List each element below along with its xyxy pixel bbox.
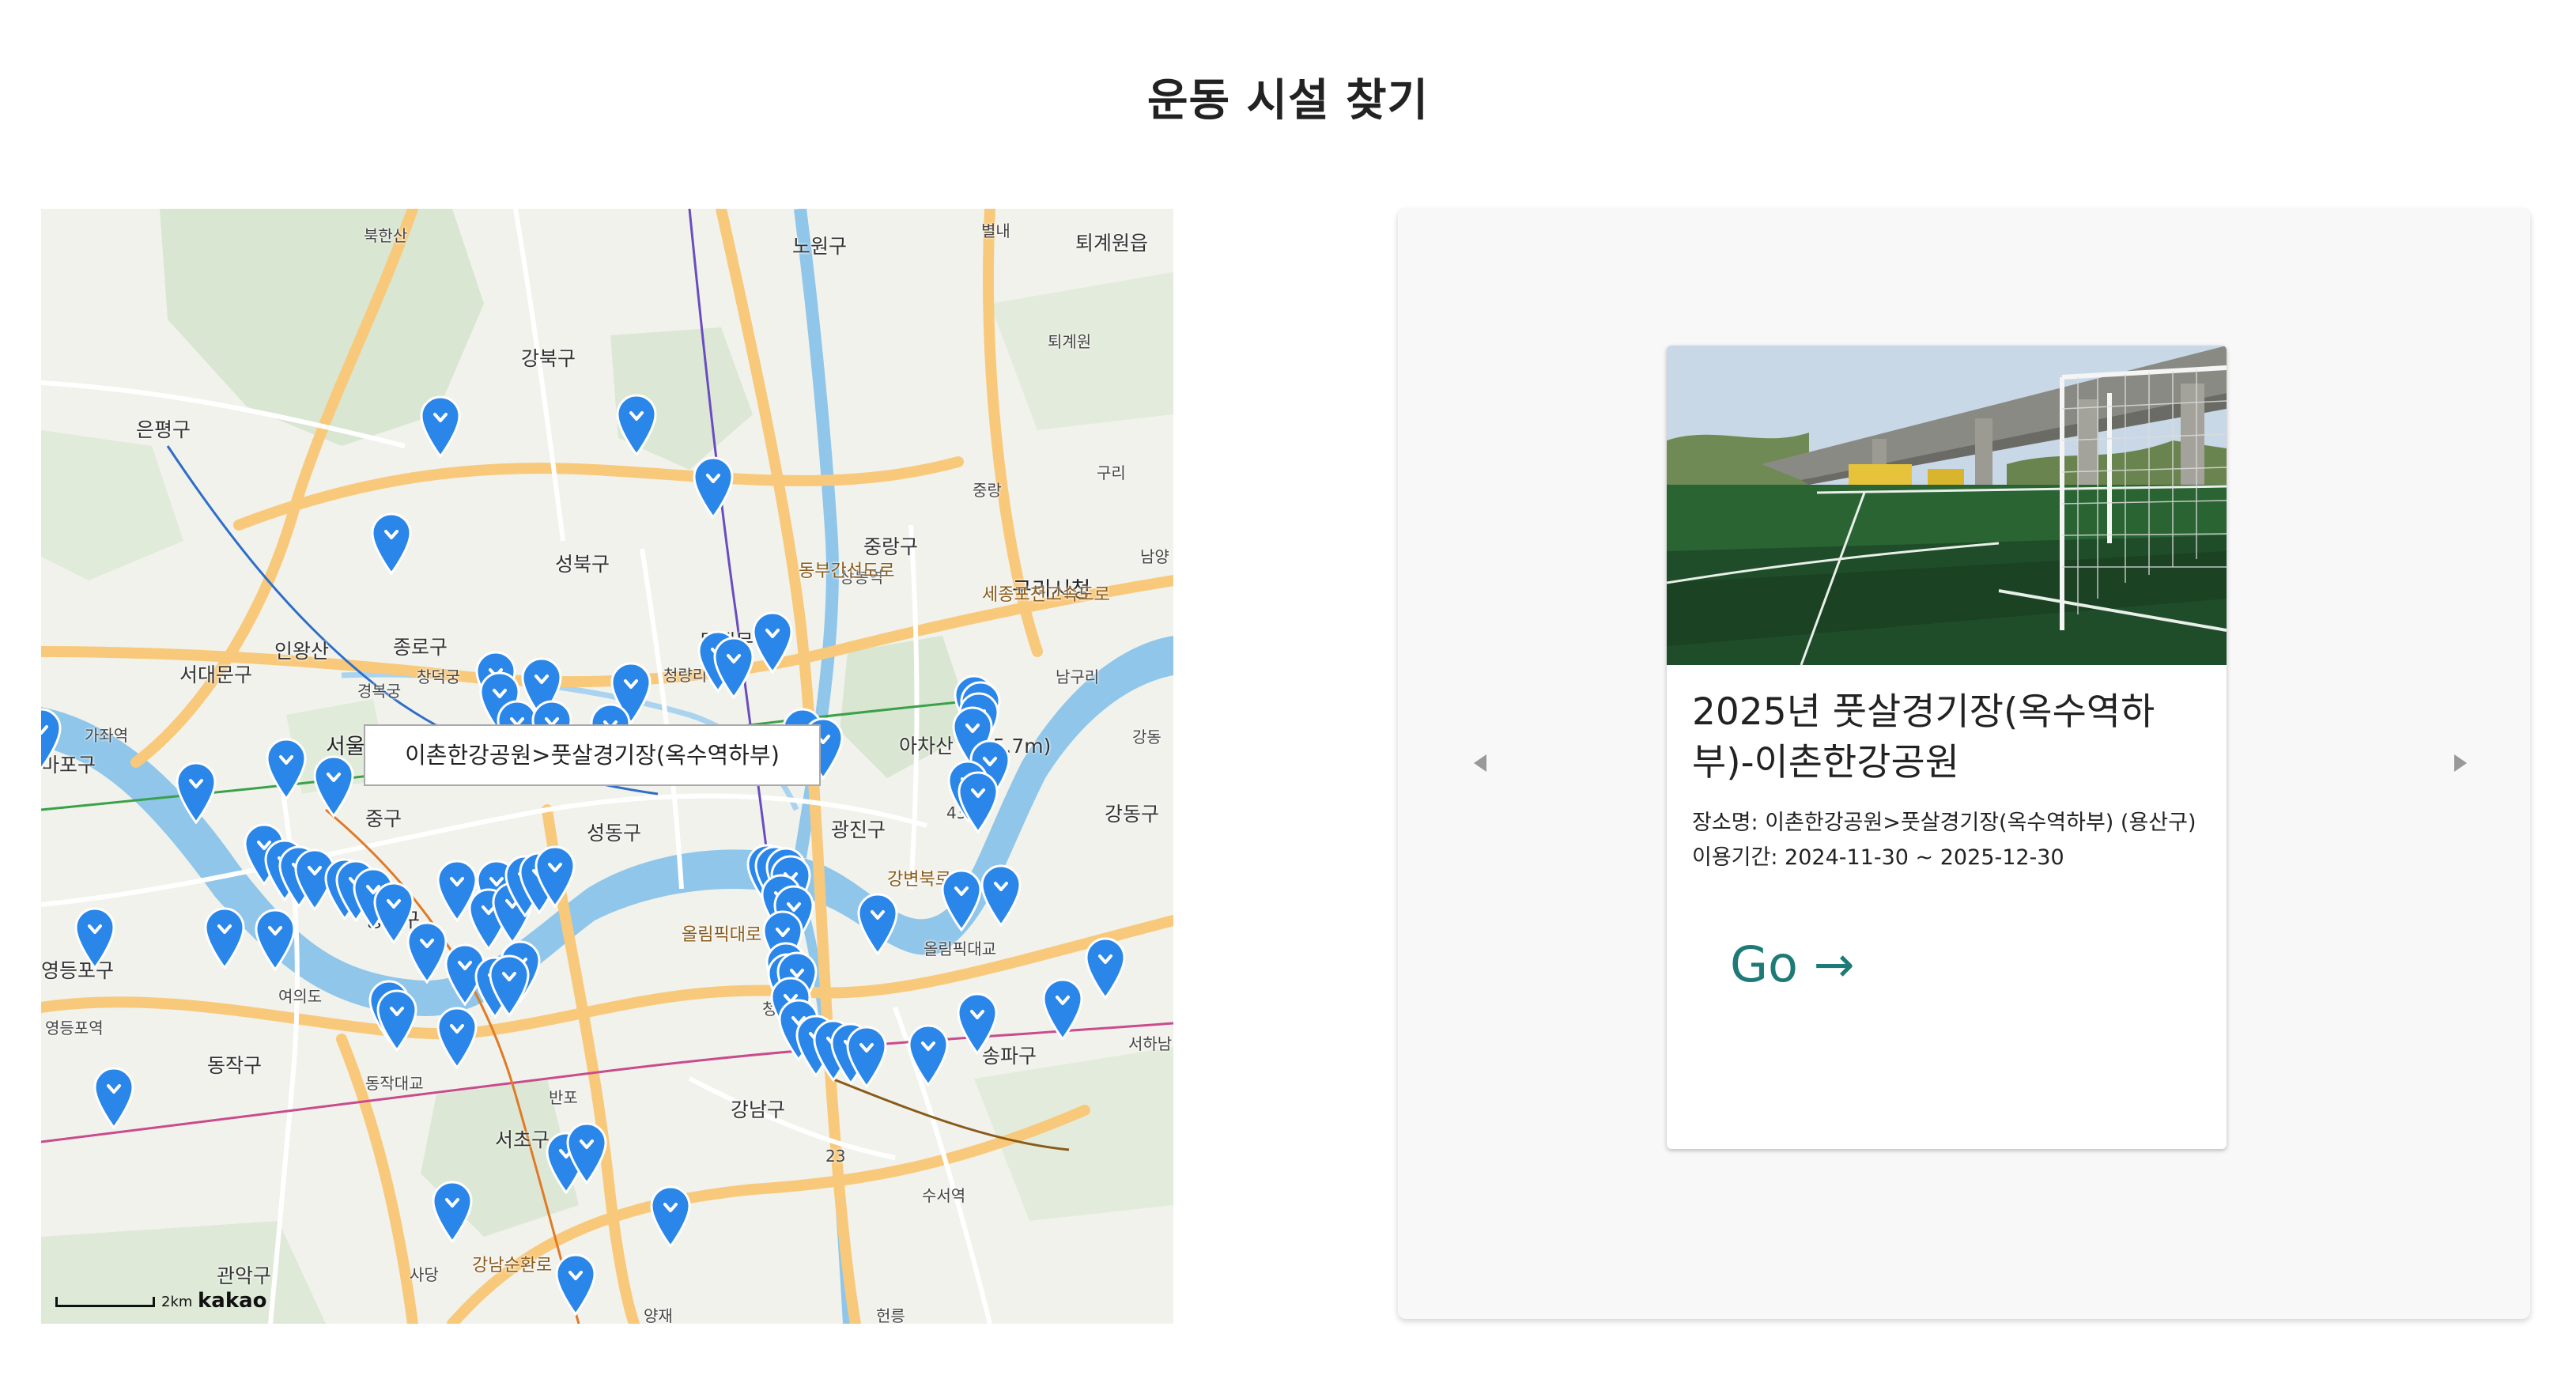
place-label: 올림픽대교 <box>924 939 996 958</box>
facility-meta: 장소명: 이촌한강공원>풋살경기장(옥수역하부) (용산구) 이용기간: 202… <box>1692 806 2201 875</box>
facility-marker[interactable] <box>41 707 62 770</box>
place-label: 서초구 <box>495 1128 550 1151</box>
place-label: 강북구 <box>521 347 576 370</box>
place-label: 헌릉 <box>876 1306 905 1324</box>
kakao-logo: kakao <box>198 1289 267 1313</box>
place-label: 동부간선도로 <box>799 561 895 581</box>
place-label: 경복궁 <box>357 682 402 701</box>
facility-marker[interactable] <box>254 908 297 971</box>
facility-marker[interactable] <box>751 610 794 674</box>
facility-marker[interactable] <box>940 868 983 932</box>
facility-marker[interactable] <box>956 992 999 1055</box>
scale-line <box>55 1297 155 1307</box>
facility-location: 장소명: 이촌한강공원>풋살경기장(옥수역하부) (용산구) <box>1692 811 2196 835</box>
marker-info-window: 이촌한강공원>풋살경기장(옥수역하부) <box>364 724 821 786</box>
place-label: 은평구 <box>136 418 191 441</box>
place-label: 창덕궁 <box>417 667 461 686</box>
place-label: 서하남 <box>1128 1034 1173 1053</box>
place-label: 사당 <box>410 1265 439 1284</box>
page: 운동 시설 찾기 노원구 별내 퇴계원읍 북한산 강북구 퇴계원 은평구 중랑 … <box>0 0 2576 1387</box>
place-label: 양재 <box>644 1306 673 1324</box>
place-label: 남양 <box>1140 547 1169 566</box>
facility-marker[interactable] <box>649 1185 692 1248</box>
place-label: 인왕산 <box>274 640 330 663</box>
place-label: 광진구 <box>831 818 886 841</box>
facility-marker[interactable] <box>93 1066 135 1129</box>
place-label: 별내 <box>981 221 1010 240</box>
place-label: 중랑 <box>973 481 1002 500</box>
place-label: 북한산 <box>364 226 408 245</box>
place-label: 남구리 <box>1056 667 1100 686</box>
facility-card: 2025년 풋살경기장(옥수역하부)-이촌한강공원 장소명: 이촌한강공원>풋살… <box>1667 346 2227 1149</box>
page-title: 운동 시설 찾기 <box>1146 75 1430 127</box>
map-scale-bar: 2km <box>55 1294 192 1310</box>
facility-map[interactable]: 노원구 별내 퇴계원읍 북한산 강북구 퇴계원 은평구 중랑 구리 중랑구 성북… <box>41 209 1173 1324</box>
go-button[interactable]: Go → <box>1714 929 1871 1000</box>
facility-photo <box>1667 346 2227 665</box>
place-label: 강동구 <box>1105 803 1160 826</box>
place-label: 동작구 <box>207 1054 263 1077</box>
facility-marker[interactable] <box>74 906 116 969</box>
place-label: 세종포천고속도로 <box>982 585 1110 605</box>
place-label: 영등포역 <box>45 1019 104 1037</box>
facility-marker[interactable] <box>370 512 413 575</box>
place-label: 성북구 <box>555 553 610 576</box>
facility-marker[interactable] <box>488 954 531 1017</box>
facility-marker[interactable] <box>856 892 899 955</box>
place-label: 퇴계원읍 <box>1075 232 1149 255</box>
place-label: 중랑구 <box>863 535 919 558</box>
facility-marker[interactable] <box>565 1121 608 1185</box>
place-label: 중구 <box>365 807 402 830</box>
carousel-prev-arrow[interactable] <box>1474 754 1486 772</box>
facility-marker[interactable] <box>712 636 755 699</box>
facility-marker[interactable] <box>692 455 735 519</box>
place-label: 가좌역 <box>85 726 129 745</box>
place-label: 23 <box>825 1147 846 1166</box>
facility-title: 2025년 풋살경기장(옥수역하부)-이촌한강공원 <box>1692 690 2155 784</box>
place-label: 성동구 <box>587 822 642 845</box>
facility-marker[interactable] <box>436 1006 478 1069</box>
facility-marker[interactable] <box>615 393 658 456</box>
facility-marker[interactable] <box>907 1023 950 1087</box>
facility-marker[interactable] <box>265 737 308 800</box>
facility-marker[interactable] <box>845 1025 888 1088</box>
facility-marker[interactable] <box>534 845 576 908</box>
facility-period: 이용기간: 2024-11-30 ~ 2025-12-30 <box>1692 845 2064 870</box>
facility-marker[interactable] <box>312 754 355 818</box>
facility-marker[interactable] <box>1084 936 1127 1000</box>
facility-marker[interactable] <box>431 1180 474 1243</box>
place-label: 강동 <box>1132 728 1161 746</box>
facility-marker[interactable] <box>554 1253 597 1316</box>
place-label: 수서역 <box>922 1186 966 1205</box>
facility-marker[interactable] <box>376 988 418 1052</box>
facility-marker[interactable] <box>203 906 246 969</box>
facility-marker[interactable] <box>957 770 999 833</box>
place-label: 관악구 <box>217 1264 272 1287</box>
facility-marker[interactable] <box>175 761 217 824</box>
facility-marker[interactable] <box>980 864 1022 927</box>
carousel-next-arrow[interactable] <box>2454 754 2467 772</box>
facility-marker[interactable] <box>406 920 448 984</box>
place-label: 반포 <box>549 1088 578 1107</box>
place-label: 올림픽대로 <box>682 925 762 945</box>
place-label: 동작대교 <box>365 1074 424 1093</box>
place-label: 종로구 <box>393 636 448 659</box>
place-label: 여의도 <box>278 987 323 1006</box>
facility-marker[interactable] <box>1041 977 1084 1041</box>
place-label: 노원구 <box>792 235 848 258</box>
place-label: 퇴계원 <box>1048 332 1092 351</box>
scale-label: 2km <box>161 1294 193 1310</box>
place-label: 강남구 <box>731 1098 786 1121</box>
place-label: 강남순환로 <box>472 1256 553 1276</box>
place-label: 구리 <box>1097 463 1126 482</box>
place-label: 서대문구 <box>179 663 253 686</box>
facility-carousel: 2025년 풋살경기장(옥수역하부)-이촌한강공원 장소명: 이촌한강공원>풋살… <box>1398 209 2530 1319</box>
facility-marker[interactable] <box>419 395 462 458</box>
